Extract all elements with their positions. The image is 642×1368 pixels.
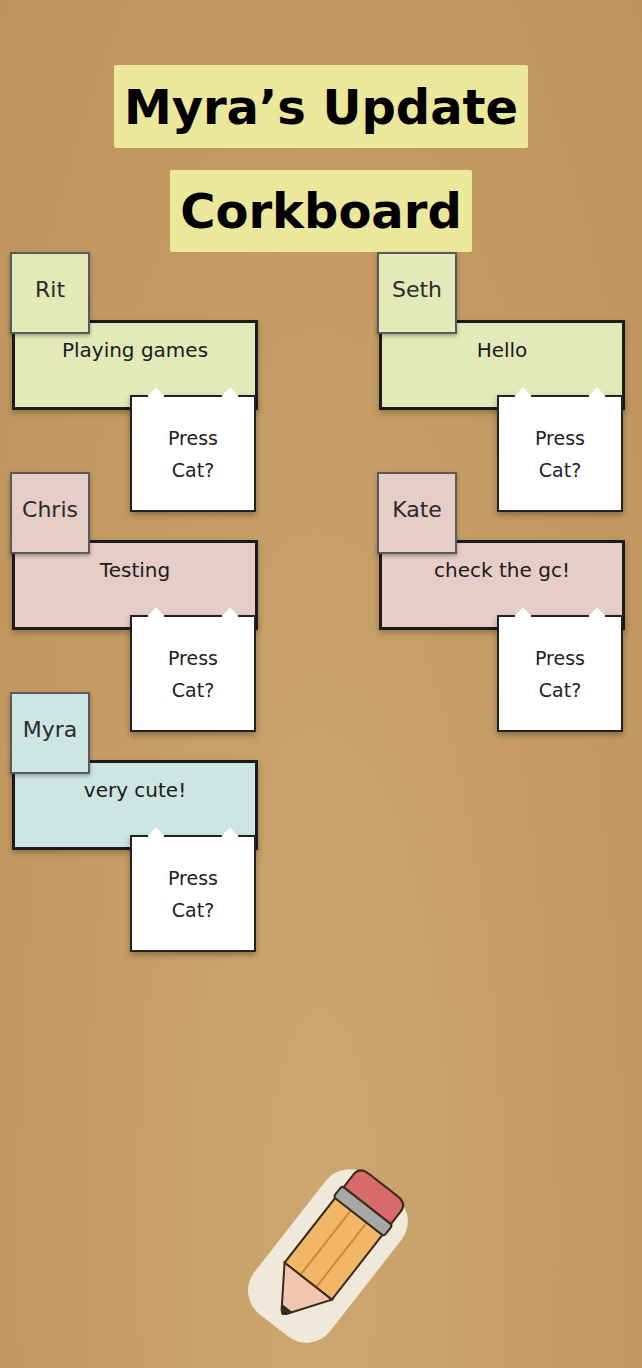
name-text: Myra — [23, 716, 78, 772]
button-text[interactable]: Press Cat? — [525, 422, 595, 486]
press-cat-button[interactable]: Press Cat? — [130, 835, 256, 952]
name-tab: Kate — [377, 472, 457, 554]
button-text[interactable]: Press Cat? — [158, 642, 228, 706]
name-text: Rit — [35, 276, 65, 332]
title-box: Myra’s Update — [114, 65, 528, 148]
press-cat-button[interactable]: Press Cat? — [130, 395, 256, 512]
update-card: HelloSethPress Cat? — [377, 252, 627, 472]
name-tab: Myra — [10, 692, 90, 774]
title-line: Myra’s Update — [124, 83, 518, 131]
name-tab: Seth — [377, 252, 457, 334]
button-text[interactable]: Press Cat? — [158, 422, 228, 486]
name-text: Chris — [22, 496, 78, 552]
button-text[interactable]: Press Cat? — [525, 642, 595, 706]
corkboard-page: Myra’s Update Corkboard Playing gamesRit… — [0, 0, 642, 1368]
press-cat-button[interactable]: Press Cat? — [497, 395, 623, 512]
press-cat-button[interactable]: Press Cat? — [130, 615, 256, 732]
card-grid: Playing gamesRitPress Cat? HelloSethPress… — [0, 252, 642, 912]
title-box: Corkboard — [170, 170, 472, 252]
name-tab: Chris — [10, 472, 90, 554]
name-text: Seth — [392, 276, 442, 332]
title-line: Corkboard — [180, 187, 462, 235]
button-text[interactable]: Press Cat? — [158, 862, 228, 926]
update-card: Playing gamesRitPress Cat? — [10, 252, 260, 472]
title-area: Myra’s Update Corkboard — [0, 0, 642, 252]
press-cat-button[interactable]: Press Cat? — [497, 615, 623, 732]
pencil-area — [0, 1147, 642, 1357]
name-text: Kate — [392, 496, 442, 552]
pencil-icon[interactable] — [221, 1147, 441, 1357]
name-tab: Rit — [10, 252, 90, 334]
